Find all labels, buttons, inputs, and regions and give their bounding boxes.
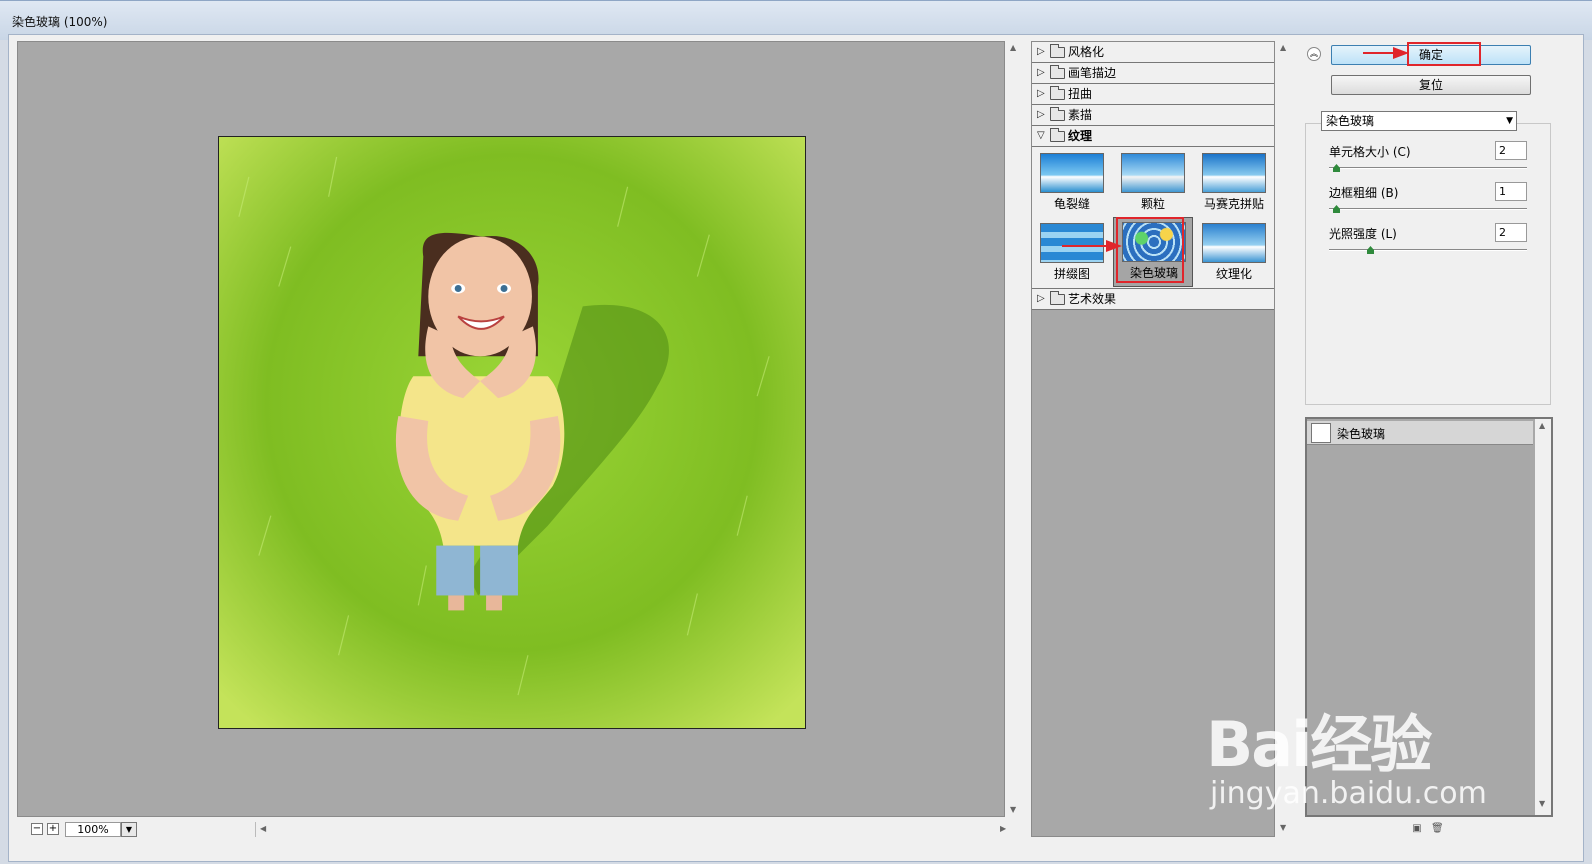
thumb-image [1202,223,1266,263]
filter-label: 马赛克拼贴 [1203,197,1264,211]
highlight-box [1407,42,1481,66]
scroll-down-icon[interactable]: ▼ [1539,799,1545,808]
scroll-up-icon[interactable]: ▲ [1539,421,1545,430]
filter-select[interactable]: 染色玻璃 ▼ [1321,111,1517,131]
folder-icon [1050,107,1065,121]
folder-icon [1050,44,1065,58]
arrow-annotation-icon [1062,240,1122,252]
zoom-out-button[interactable]: − [31,823,43,835]
category-sketch[interactable]: ▷ 素描 [1032,105,1274,126]
filter-gallery-dialog: ▲ ▼ − + 100% ▼ ◀ ▶ ▷ 风格化 ▷ 画笔描边 ▷ 扭曲 ▷ 素… [8,34,1584,862]
param-input-light-intensity[interactable]: 2 [1495,223,1527,242]
filter-thumb-craquelure[interactable]: 龟裂缝 [1032,149,1112,219]
folder-icon [1050,86,1065,100]
scroll-down-icon[interactable]: ▼ [1010,805,1016,814]
scroll-right-icon[interactable]: ▶ [1000,824,1006,833]
gallery-scrollbar[interactable]: ▲ ▼ [1277,41,1291,837]
expand-triangle-icon[interactable]: ▷ [1037,289,1045,309]
category-stylize[interactable]: ▷ 风格化 [1032,42,1274,63]
collapse-gallery-icon[interactable]: ︽ [1307,47,1321,61]
scroll-left-icon[interactable]: ◀ [260,824,266,833]
collapse-triangle-icon[interactable]: ▽ [1037,126,1045,146]
dropdown-arrow-icon: ▼ [1506,116,1513,126]
texture-thumbnails: 龟裂缝 颗粒 马赛克拼贴 拼缀图 染色玻璃 纹理化 [1032,147,1274,289]
category-artistic[interactable]: ▷ 艺术效果 [1032,289,1274,310]
param-slider-light-intensity[interactable] [1329,246,1527,254]
new-effect-layer-icon[interactable]: ▣ [1411,823,1423,835]
scroll-down-icon[interactable]: ▼ [1280,823,1286,832]
filter-gallery: ▷ 风格化 ▷ 画笔描边 ▷ 扭曲 ▷ 素描 ▽ 纹理 龟裂缝 颗粒 马赛克拼贴… [1031,41,1275,837]
category-label: 风格化 [1068,45,1105,59]
effect-layer-name: 染色玻璃 [1337,427,1386,441]
arrow-annotation-icon [1363,47,1409,59]
category-distort[interactable]: ▷ 扭曲 [1032,84,1274,105]
scroll-up-icon[interactable]: ▲ [1010,43,1016,52]
filter-params-panel [1305,123,1551,405]
expand-triangle-icon[interactable]: ▷ [1037,63,1045,83]
open-folder-icon [1050,128,1065,142]
effect-layers-panel: 染色玻璃 ▲ ▼ [1305,417,1553,817]
expand-triangle-icon[interactable]: ▷ [1037,42,1045,62]
param-label-border-thickness: 边框粗细 (B) [1329,186,1399,200]
category-label: 画笔描边 [1068,66,1117,80]
folder-icon [1050,291,1065,305]
category-label: 纹理 [1068,129,1093,143]
visibility-toggle[interactable] [1311,423,1331,443]
highlight-box [1116,217,1184,283]
expand-triangle-icon[interactable]: ▷ [1037,105,1045,125]
param-input-border-thickness[interactable]: 1 [1495,182,1527,201]
category-label: 扭曲 [1068,87,1093,101]
filter-thumb-mosaic-tiles[interactable]: 马赛克拼贴 [1194,149,1274,219]
thumb-image [1121,153,1185,193]
zoom-in-button[interactable]: + [47,823,59,835]
preview-canvas[interactable] [17,41,1005,817]
delete-effect-layer-icon[interactable]: 🗑 [1431,823,1444,835]
scroll-up-icon[interactable]: ▲ [1280,43,1286,52]
filter-thumb-texturizer[interactable]: 纹理化 [1194,219,1274,289]
filter-label: 拼缀图 [1053,267,1090,281]
filter-select-value: 染色玻璃 [1326,114,1375,128]
zoom-dropdown-button[interactable]: ▼ [121,822,137,837]
zoom-bar: − + 100% ▼ ◀ ▶ [17,821,1021,839]
preview-photo [218,136,806,729]
filter-label: 龟裂缝 [1053,197,1090,211]
reset-button[interactable]: 复位 [1331,75,1531,95]
param-slider-cell-size[interactable] [1329,164,1527,172]
window-title: 染色玻璃 (100%) [12,15,108,29]
preview-vertical-scrollbar[interactable]: ▲ ▼ [1007,41,1021,817]
thumb-image [1202,153,1266,193]
folder-icon [1050,65,1065,79]
filter-thumb-patchwork[interactable]: 拼缀图 [1032,219,1112,289]
thumb-image [1040,153,1104,193]
category-brush-strokes[interactable]: ▷ 画笔描边 [1032,63,1274,84]
category-label: 艺术效果 [1068,292,1117,306]
param-input-cell-size[interactable]: 2 [1495,141,1527,160]
param-label-light-intensity: 光照强度 (L) [1329,227,1397,241]
layers-scrollbar[interactable]: ▲ ▼ [1535,419,1551,815]
preview-horizontal-scrollbar[interactable]: ◀ ▶ [255,822,1011,837]
category-label: 素描 [1068,108,1093,122]
filter-label: 纹理化 [1215,267,1252,281]
filter-thumb-grain[interactable]: 颗粒 [1113,149,1193,219]
effect-layer-row[interactable]: 染色玻璃 [1307,421,1533,445]
param-slider-border-thickness[interactable] [1329,205,1527,213]
category-texture[interactable]: ▽ 纹理 [1032,126,1274,147]
expand-triangle-icon[interactable]: ▷ [1037,84,1045,104]
zoom-level-field[interactable]: 100% [65,822,121,837]
param-label-cell-size: 单元格大小 (C) [1329,145,1411,159]
filter-label: 颗粒 [1140,197,1165,211]
